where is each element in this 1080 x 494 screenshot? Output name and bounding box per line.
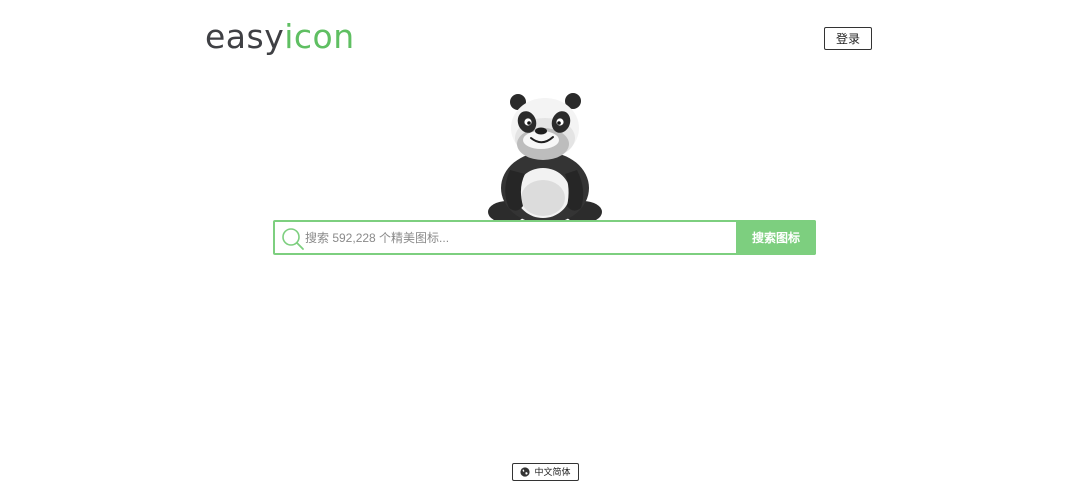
search-button[interactable]: 搜索图标 xyxy=(736,220,816,255)
panda-mascot xyxy=(488,93,602,223)
search-input[interactable] xyxy=(305,224,735,251)
search-form: 搜索图标 xyxy=(273,220,816,255)
globe-icon xyxy=(520,467,531,477)
language-label: 中文简体 xyxy=(534,467,571,477)
logo-text-easy: easy xyxy=(205,17,285,56)
language-switch-button[interactable]: 中文简体 xyxy=(512,463,579,481)
logo-text-icon: icon xyxy=(284,17,355,56)
search-icon xyxy=(282,228,304,250)
site-logo[interactable]: easyicon xyxy=(205,14,354,60)
login-button[interactable]: 登录 xyxy=(824,27,872,50)
